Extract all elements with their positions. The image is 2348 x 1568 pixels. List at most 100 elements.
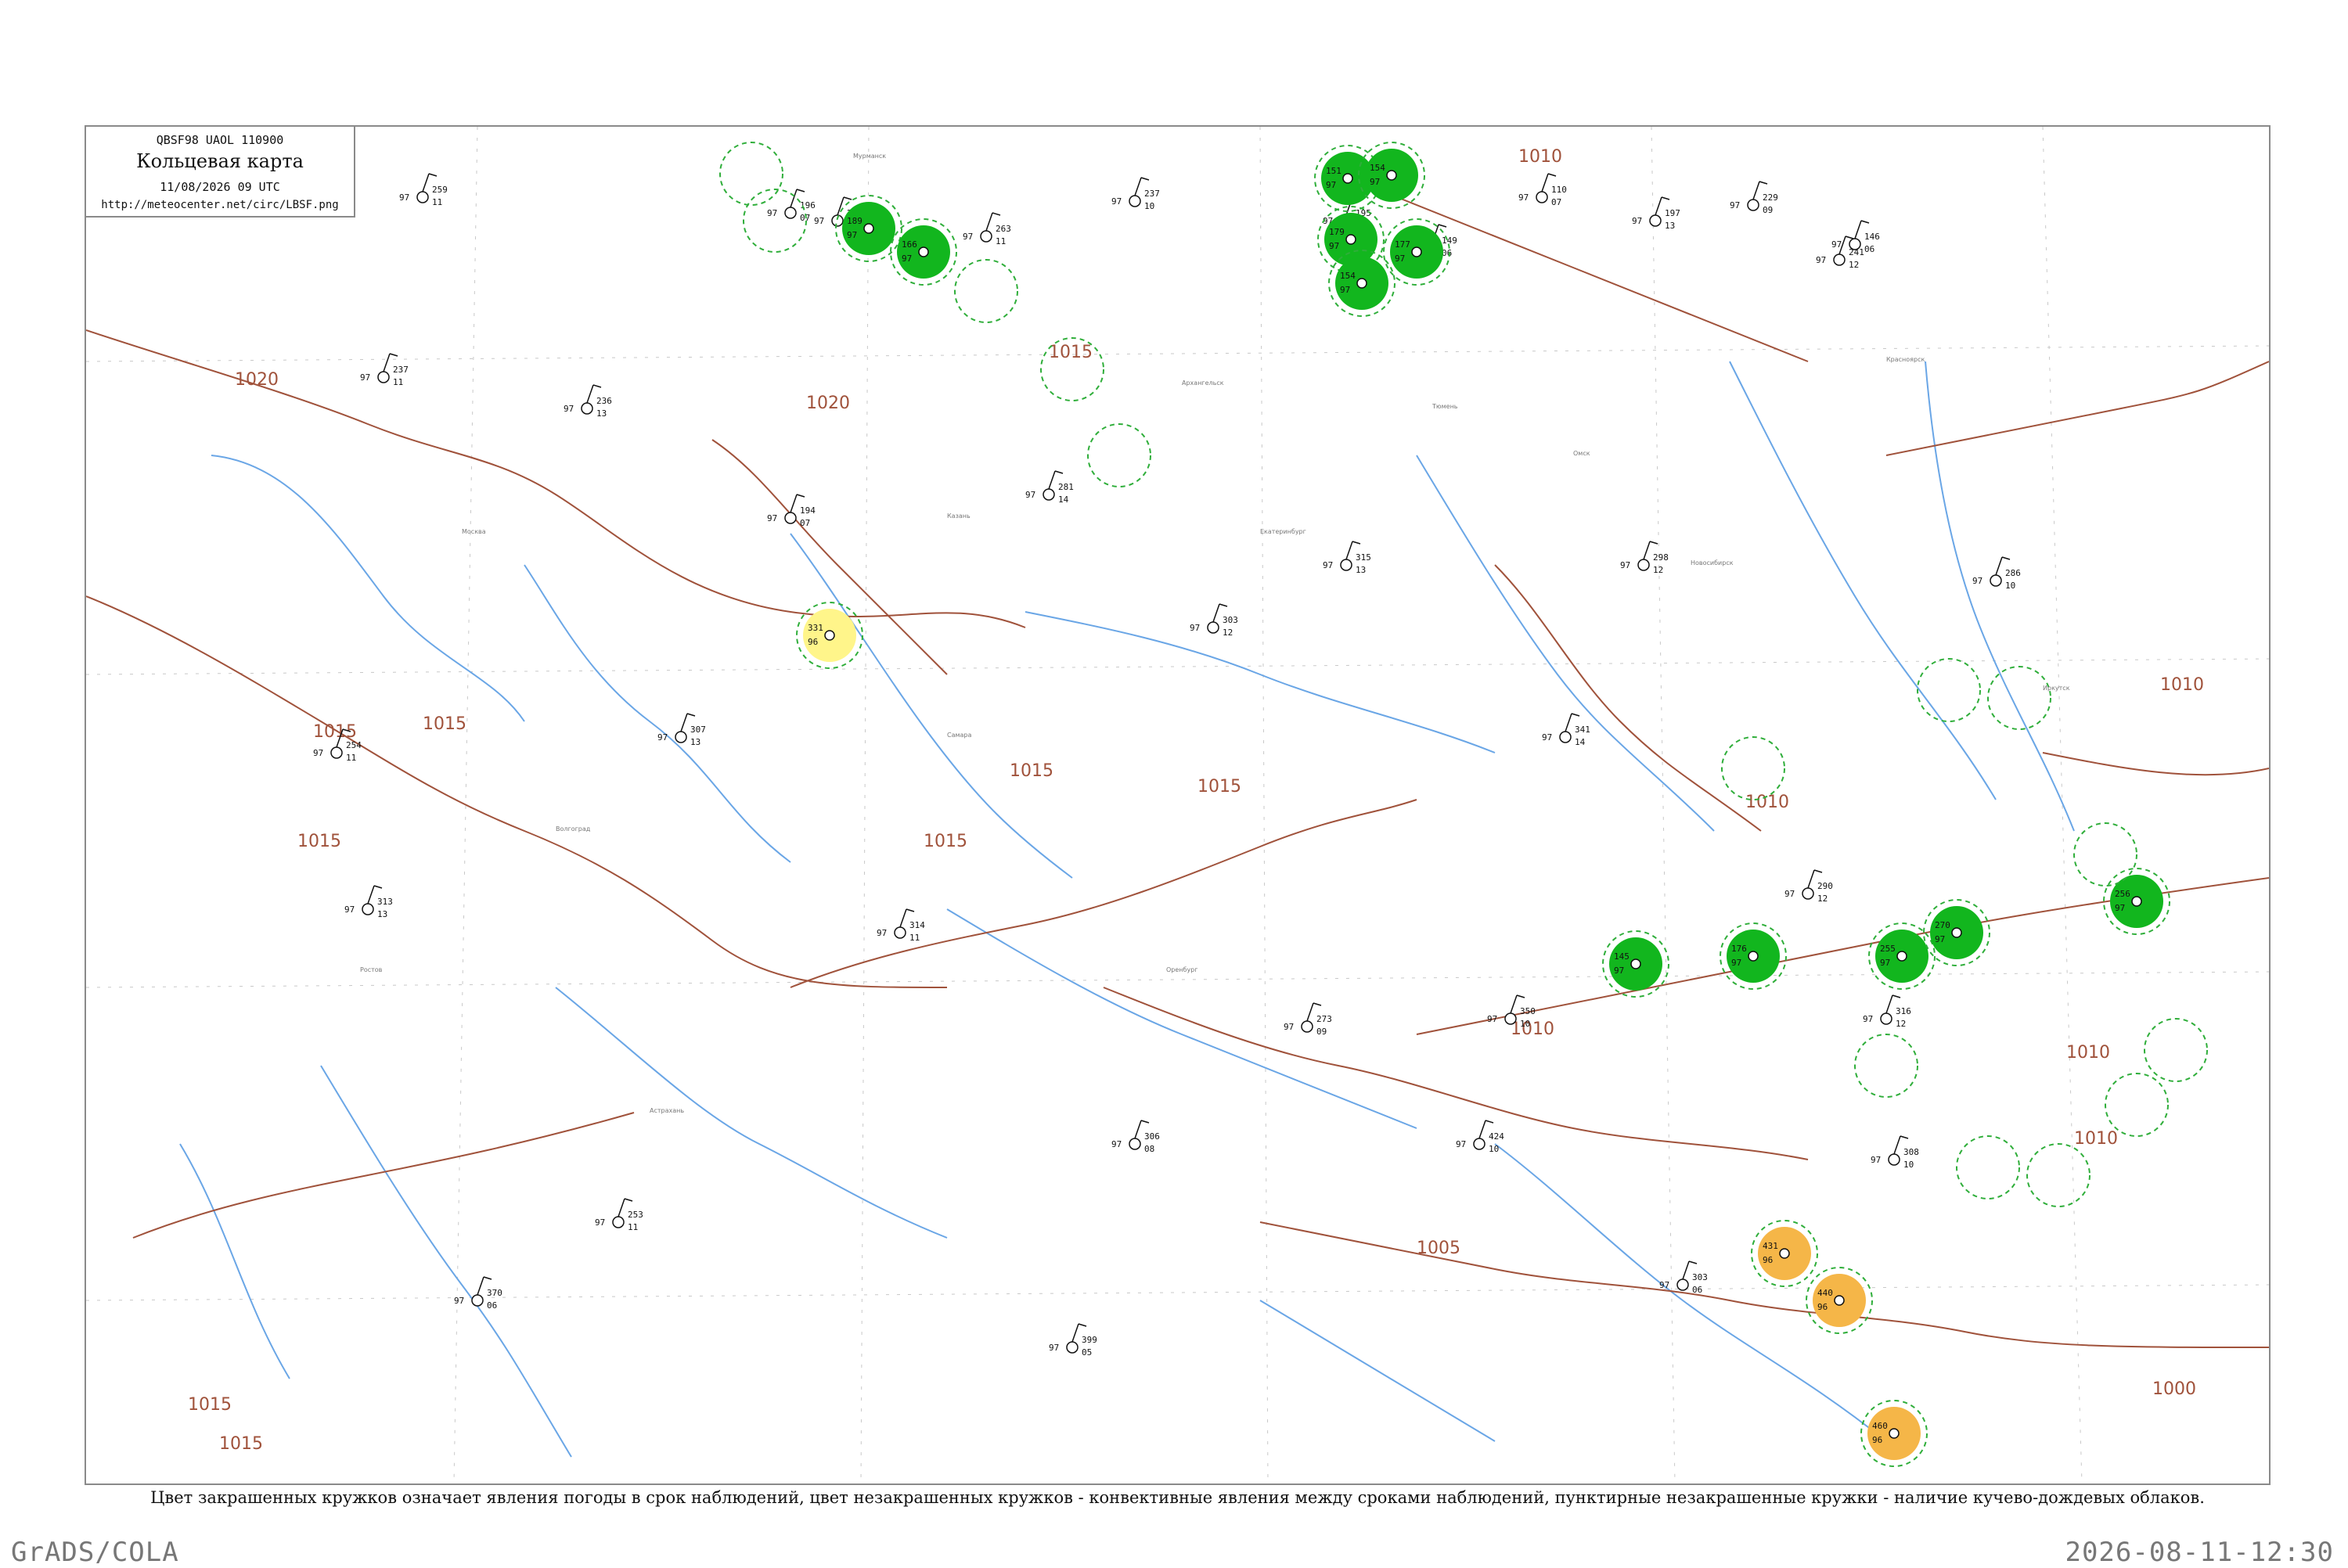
station-dew: 12	[1817, 894, 1828, 904]
station-temp: 97	[1871, 1155, 1881, 1165]
station-temp: 97	[1972, 576, 1982, 586]
station-plot: 146 97 06	[1831, 220, 1880, 254]
station-dew: 12	[1849, 260, 1859, 270]
place-label: Екатеринбург	[1260, 528, 1306, 535]
station-temp: 97	[1111, 196, 1122, 207]
station-pressure: 306	[1144, 1131, 1160, 1142]
station-temp: 97	[454, 1296, 464, 1306]
weather-circle-precip-green: 27097	[1923, 899, 1990, 966]
map-url[interactable]: http://meteocenter.net/circ/LBSF.png	[86, 199, 354, 211]
station-temp: 97	[847, 230, 857, 240]
weather-circle-precip-green: 16697	[890, 218, 957, 286]
station-plot: 314 97 11	[877, 908, 925, 943]
station-pressure: 236	[596, 396, 612, 406]
station-pressure: 263	[996, 224, 1011, 234]
cb-cloud-circle	[1917, 658, 1981, 722]
station-pressure: 259	[432, 185, 448, 195]
station-plot: 350 97 10	[1487, 994, 1536, 1029]
station-plot: 370 97 06	[454, 1276, 502, 1311]
station-temp: 97	[1935, 934, 1945, 944]
cb-cloud-circle	[2144, 1018, 2208, 1082]
weather-circle-haze-orange: 46096	[1860, 1400, 1928, 1467]
place-label: Казань	[947, 512, 971, 520]
station-pressure: 229	[1763, 192, 1778, 203]
station-pressure: 313	[377, 897, 393, 907]
station-dew: 13	[377, 909, 387, 919]
station-pressure: 151	[1326, 166, 1341, 176]
station-pressure: 256	[2115, 889, 2130, 899]
place-label: Тюмень	[1431, 403, 1458, 410]
station-pressure: 189	[847, 216, 862, 226]
station-dew: 08	[1144, 1144, 1154, 1154]
station-temp: 97	[1326, 180, 1336, 190]
map-caption: Цвет закрашенных кружков означает явлени…	[150, 1488, 2205, 1507]
station-pressure: 154	[1340, 271, 1356, 281]
station-dew: 13	[690, 737, 700, 747]
station-dew: 13	[596, 408, 607, 419]
station-dew: 11	[432, 197, 442, 207]
station-temp: 97	[595, 1217, 605, 1228]
weather-circle-precip-green: 18997	[835, 195, 902, 262]
place-label: Мурманск	[853, 153, 886, 160]
station-pressure: 166	[902, 239, 917, 250]
station-pressure: 308	[1903, 1147, 1919, 1157]
station-plot: 197 97 13	[1632, 196, 1680, 231]
isobar-label: 1015	[188, 1395, 232, 1415]
station-temp: 96	[808, 637, 818, 647]
station-pressure: 431	[1763, 1241, 1778, 1251]
station-plot: 194 97 07	[767, 494, 816, 528]
station-plots: 2599711196970721597092639711237971019597…	[313, 173, 2021, 1358]
station-pressure: 350	[1520, 1006, 1536, 1016]
station-pressure: 270	[1935, 920, 1950, 930]
isobar-label: 1015	[297, 832, 341, 851]
station-plot: 399 97 05	[1049, 1323, 1097, 1358]
station-plot: 316 97 12	[1863, 994, 1911, 1029]
station-temp: 97	[767, 208, 777, 218]
station-temp: 97	[963, 232, 973, 242]
station-pressure: 460	[1872, 1421, 1888, 1431]
place-label: Волгоград	[556, 825, 591, 833]
station-temp: 97	[1284, 1022, 1294, 1032]
station-plot: 290 97 12	[1784, 869, 1833, 904]
station-temp: 97	[1730, 200, 1740, 210]
weather-circle-precip-green: 25697	[2103, 868, 2170, 935]
station-dew: 13	[1665, 221, 1675, 231]
station-pressure: 255	[1880, 944, 1896, 954]
station-dew: 06	[1442, 248, 1452, 258]
station-dew: 12	[1896, 1019, 1906, 1029]
station-pressure: 440	[1817, 1288, 1833, 1298]
map-datetime: 11/08/2026 09 UTC	[160, 180, 280, 194]
station-plot: 424 97 10	[1456, 1120, 1504, 1154]
station-temp: 96	[1763, 1255, 1773, 1265]
station-plot: 229 97 09	[1730, 181, 1778, 215]
isobar-label: 1015	[423, 714, 466, 734]
station-plot: 259 97 11	[399, 173, 448, 207]
render-timestamp: 2026-08-11-12:30	[2065, 1537, 2334, 1568]
place-label: Оренбург	[1166, 966, 1197, 973]
station-pressure: 237	[1144, 189, 1160, 199]
isobar-label: 1015	[1010, 761, 1053, 781]
isobar-label: 1020	[806, 394, 850, 413]
place-label: Омск	[1573, 450, 1590, 457]
isobar-label: 1010	[1745, 793, 1789, 812]
place-label: Ростов	[360, 966, 383, 973]
station-pressure: 341	[1575, 725, 1590, 735]
station-temp: 97	[657, 732, 668, 743]
station-dew: 10	[2005, 581, 2015, 591]
station-dew: 13	[1356, 565, 1366, 575]
station-pressure: 303	[1223, 615, 1238, 625]
isobar-label: 1015	[1049, 343, 1093, 362]
station-temp: 97	[1632, 216, 1642, 226]
weather-circle-precip-green: 14597	[1602, 930, 1669, 998]
station-pressure: 254	[346, 740, 362, 750]
station-temp: 97	[1025, 490, 1035, 500]
isobar-label: 1015	[219, 1434, 263, 1454]
station-temp: 97	[767, 513, 777, 523]
station-dew: 09	[1763, 205, 1773, 215]
station-pressure: 281	[1058, 482, 1074, 492]
station-temp: 97	[1111, 1139, 1122, 1149]
station-pressure: 370	[487, 1288, 502, 1298]
grads-credit: GrADS/COLA	[11, 1537, 179, 1568]
station-temp: 97	[1620, 560, 1630, 570]
station-plot: 303 97 12	[1190, 603, 1238, 638]
